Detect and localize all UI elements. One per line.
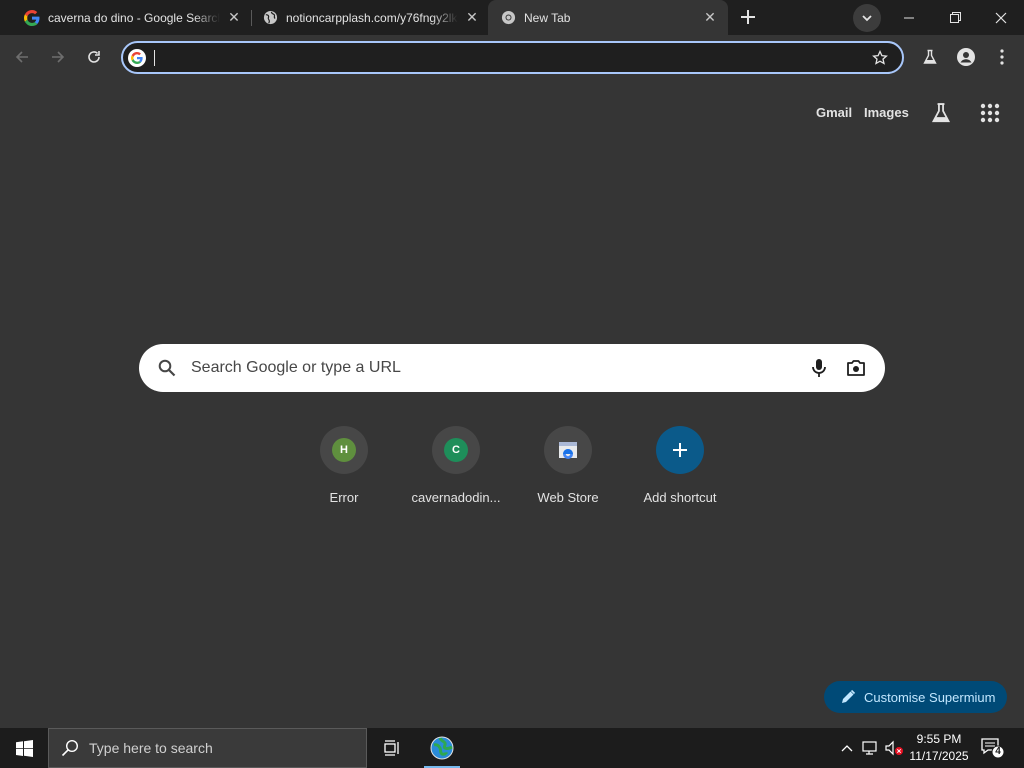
search-icon — [61, 739, 79, 757]
customise-label: Customise Supermium — [864, 689, 996, 705]
taskbar-clock[interactable]: 9:55 PM 11/17/2025 — [904, 731, 974, 765]
ntp-search-box[interactable] — [139, 344, 885, 392]
google-g-icon — [128, 49, 146, 67]
close-icon — [995, 12, 1007, 23]
tab-search-button[interactable] — [853, 4, 881, 32]
restore-icon — [949, 12, 961, 23]
labs-button[interactable] — [916, 43, 944, 71]
tab-title: caverna do dino - Google Search — [48, 10, 220, 25]
pencil-icon — [842, 689, 856, 703]
chrome-icon — [500, 10, 516, 26]
tab-google-search[interactable]: caverna do dino - Google Search ✕ — [16, 0, 248, 35]
flask-icon — [923, 49, 937, 64]
shortcut-initial-badge: C — [444, 438, 468, 462]
taskbar-search-input[interactable] — [89, 740, 339, 756]
reload-icon — [88, 51, 100, 63]
kebab-menu-icon — [1000, 49, 1004, 65]
shortcut-tile — [544, 426, 592, 474]
microphone-icon[interactable] — [808, 357, 830, 379]
network-icon — [862, 741, 877, 755]
network-status[interactable] — [860, 728, 882, 768]
close-window-button[interactable] — [978, 0, 1024, 35]
tab-separator — [251, 10, 252, 26]
ntp-search-input[interactable] — [191, 356, 791, 380]
clock-date: 11/17/2025 — [909, 749, 969, 763]
shortcut-tile: H — [320, 426, 368, 474]
shortcut-web-store[interactable]: Web Store — [512, 426, 624, 516]
chevron-up-icon — [841, 745, 853, 752]
tab-notioncarpplash[interactable]: notioncarpplash.com/y76fngy2lk ✕ — [254, 0, 486, 35]
forward-arrow-icon — [52, 51, 65, 63]
back-arrow-icon — [15, 51, 28, 63]
images-link[interactable]: Images — [864, 105, 909, 120]
omnibox-input[interactable] — [155, 47, 855, 69]
plus-icon — [673, 443, 687, 457]
restore-button[interactable] — [932, 0, 978, 35]
shortcut-label: Add shortcut — [643, 490, 717, 505]
new-tab-button[interactable] — [736, 5, 760, 29]
tab-title: New Tab — [524, 10, 571, 25]
gmail-link[interactable]: Gmail — [816, 105, 852, 120]
clock-time: 9:55 PM — [916, 732, 962, 746]
google-apps-icon[interactable] — [978, 101, 1002, 125]
show-hidden-icons-button[interactable] — [838, 728, 856, 768]
menu-button[interactable] — [988, 43, 1016, 71]
profile-button[interactable] — [952, 43, 980, 71]
shortcut-label: Error — [329, 490, 359, 505]
chevron-down-icon — [862, 15, 872, 22]
close-tab-icon[interactable]: ✕ — [226, 9, 242, 26]
close-tab-icon[interactable]: ✕ — [702, 9, 718, 26]
tab-strip: caverna do dino - Google Search ✕ notion… — [0, 0, 1024, 35]
volume-status[interactable] — [884, 728, 906, 768]
notification-icon — [981, 738, 1005, 759]
shortcut-add[interactable]: Add shortcut — [624, 426, 736, 516]
toolbar — [0, 35, 1024, 81]
shortcut-initial-badge: H — [332, 438, 356, 462]
minimize-icon — [904, 17, 914, 18]
shortcut-label: Web Store — [537, 490, 599, 505]
task-view-button[interactable] — [372, 728, 412, 768]
forward-button[interactable] — [44, 43, 72, 71]
reload-button[interactable] — [80, 43, 108, 71]
flask-icon[interactable] — [930, 102, 952, 124]
tab-new-tab[interactable]: New Tab ✕ — [488, 0, 728, 35]
taskbar-browser-app[interactable] — [422, 728, 462, 768]
browser-globe-icon — [430, 736, 454, 760]
add-shortcut-tile — [656, 426, 704, 474]
shortcut-label: cavernadodin... — [411, 490, 501, 505]
google-g-icon — [24, 9, 40, 26]
web-store-icon — [559, 442, 577, 459]
customise-button[interactable]: Customise Supermium — [824, 681, 1007, 713]
back-button[interactable] — [8, 43, 36, 71]
volume-muted-icon — [885, 740, 903, 756]
minimize-button[interactable] — [886, 0, 932, 35]
shortcut-tile: C — [432, 426, 480, 474]
notification-count: 4 — [995, 746, 1001, 757]
bookmark-star-icon[interactable] — [870, 48, 890, 68]
taskbar-search-box[interactable] — [48, 728, 367, 768]
action-center-button[interactable]: 4 — [980, 736, 1006, 760]
camera-icon[interactable] — [845, 357, 867, 379]
shortcut-error[interactable]: H Error — [288, 426, 400, 516]
close-tab-icon[interactable]: ✕ — [464, 9, 480, 26]
windows-logo-icon — [15, 739, 33, 757]
search-icon — [158, 359, 176, 377]
profile-icon — [957, 48, 975, 66]
start-button[interactable] — [0, 728, 48, 768]
task-view-icon — [384, 740, 399, 756]
globe-icon — [262, 10, 278, 26]
address-bar[interactable] — [121, 41, 904, 74]
tab-title: notioncarpplash.com/y76fngy2lk — [286, 10, 458, 25]
windows-taskbar: 9:55 PM 11/17/2025 4 — [0, 728, 1024, 768]
shortcut-cavernadodino[interactable]: C cavernadodin... — [400, 426, 512, 516]
